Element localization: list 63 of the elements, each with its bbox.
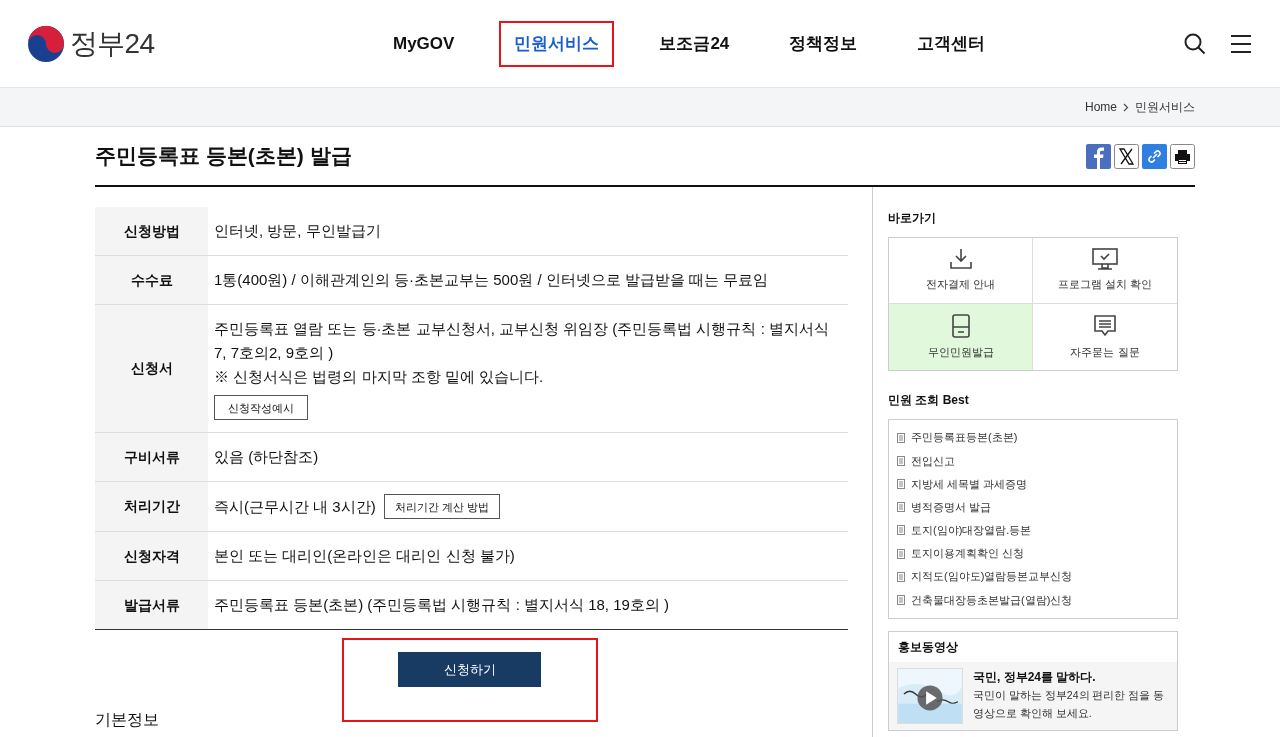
best-list-item[interactable]: 병적증명서 발급 — [897, 495, 1169, 519]
document-icon — [897, 525, 905, 536]
monitor-icon — [1092, 248, 1118, 271]
best-list-item[interactable]: 건축물대장등초본발급(열람)신청 — [897, 588, 1169, 612]
print-icon[interactable] — [1170, 143, 1195, 169]
row-label: 수수료 — [95, 256, 208, 304]
search-icon[interactable] — [1184, 32, 1206, 55]
apply-button[interactable]: 신청하기 — [398, 652, 541, 687]
document-icon — [897, 455, 905, 466]
row-label: 신청서 — [95, 305, 208, 432]
example-button[interactable]: 신청작성예시 — [214, 395, 308, 420]
row-label: 신청자격 — [95, 532, 208, 580]
chevron-icon — [1123, 102, 1129, 112]
chat-icon — [1093, 313, 1117, 338]
nav-tab[interactable]: 보조금24 — [644, 20, 745, 67]
link-icon[interactable] — [1142, 143, 1167, 169]
shortcut-tile[interactable]: 무인민원발급 — [889, 304, 1033, 370]
document-icon — [897, 548, 905, 559]
row-label: 처리기간 — [95, 482, 208, 531]
nav-tab[interactable]: 민원서비스 — [499, 20, 615, 67]
document-icon — [897, 594, 905, 605]
row-value: 주민등록표 등본(초본) (주민등록법 시행규칙 : 별지서식 18, 19호의 ) — [214, 595, 671, 615]
section-title: 기본정보 — [95, 710, 160, 730]
row-value: 있음 (하단참조) — [214, 447, 320, 467]
row-value: 1통(400원) / 이해관계인의 등·초본교부는 500원 / 인터넷으로 발급받을 때는 무료임 — [214, 270, 770, 290]
best-list-item[interactable]: 지방세 세목별 과세증명 — [897, 472, 1169, 496]
video-description: 국민이 말하는 정부24의 편리한 점을 동영상으로 확인해 보세요. — [973, 687, 1166, 721]
nav-tab[interactable]: MyGOV — [378, 20, 470, 67]
nav-tab[interactable]: 고객센터 — [902, 20, 1001, 67]
row-label: 발급서류 — [95, 581, 208, 629]
row-label: 신청방법 — [95, 207, 208, 255]
row-value: 주민등록표 열람 또는 등·초본 교부신청서, 교부신청 위임장 (주민등록법 시행규칙 : 별지서식 7, 7호의2, 9호의 ) — [214, 319, 830, 363]
calculation-button[interactable]: 처리기간 계산 방법 — [383, 494, 500, 519]
best-list-item[interactable]: 토지(임야)대장열람.등본 — [897, 518, 1169, 542]
best-list-item[interactable]: 토지이용계획확인 신청 — [897, 541, 1169, 566]
best-list-item[interactable]: 주민등록표등본(초본) — [897, 426, 1169, 450]
logo-icon[interactable] — [28, 25, 64, 62]
document-icon — [897, 571, 905, 582]
shortcut-tile[interactable]: 전자결제 안내 — [889, 238, 1033, 304]
sidebar-heading: 홍보동영상 — [889, 631, 1177, 662]
row-value: 즉시(근무시간 내 3시간) — [214, 496, 376, 517]
best-list-item[interactable]: 전입신고 — [897, 449, 1169, 473]
breadcrumb-link[interactable]: Home — [1085, 98, 1117, 116]
row-label: 구비서류 — [95, 433, 208, 481]
facebook-icon[interactable] — [1086, 143, 1111, 169]
row-value: 본인 또는 대리인(온라인은 대리인 신청 불가) — [214, 546, 516, 566]
video-headline[interactable]: 국민, 정부24를 말하다. — [973, 667, 1169, 686]
sidebar-heading: 바로가기 — [888, 210, 937, 227]
row-note: ※ 신청서식은 법령의 마지막 조항 밑에 있습니다. — [214, 367, 545, 387]
page-title: 주민등록표 등본(초본) 발급 — [95, 143, 352, 170]
nav-tab[interactable]: 정책정보 — [774, 20, 873, 67]
document-icon — [897, 502, 905, 513]
breadcrumb-link[interactable]: 민원서비스 — [1135, 98, 1195, 116]
kiosk-icon — [951, 313, 970, 338]
menu-icon[interactable] — [1230, 33, 1252, 54]
logo-text[interactable]: 정부24 — [70, 22, 155, 65]
x-icon[interactable] — [1114, 143, 1139, 169]
best-list-item[interactable]: 지적도(임야도)열람등본교부신청 — [897, 565, 1169, 589]
document-icon — [897, 478, 905, 489]
download-icon — [948, 248, 973, 271]
sidebar-heading: 민원 조회 Best — [888, 392, 970, 409]
row-value: 인터넷, 방문, 무인발급기 — [214, 221, 382, 241]
document-icon — [897, 432, 905, 443]
